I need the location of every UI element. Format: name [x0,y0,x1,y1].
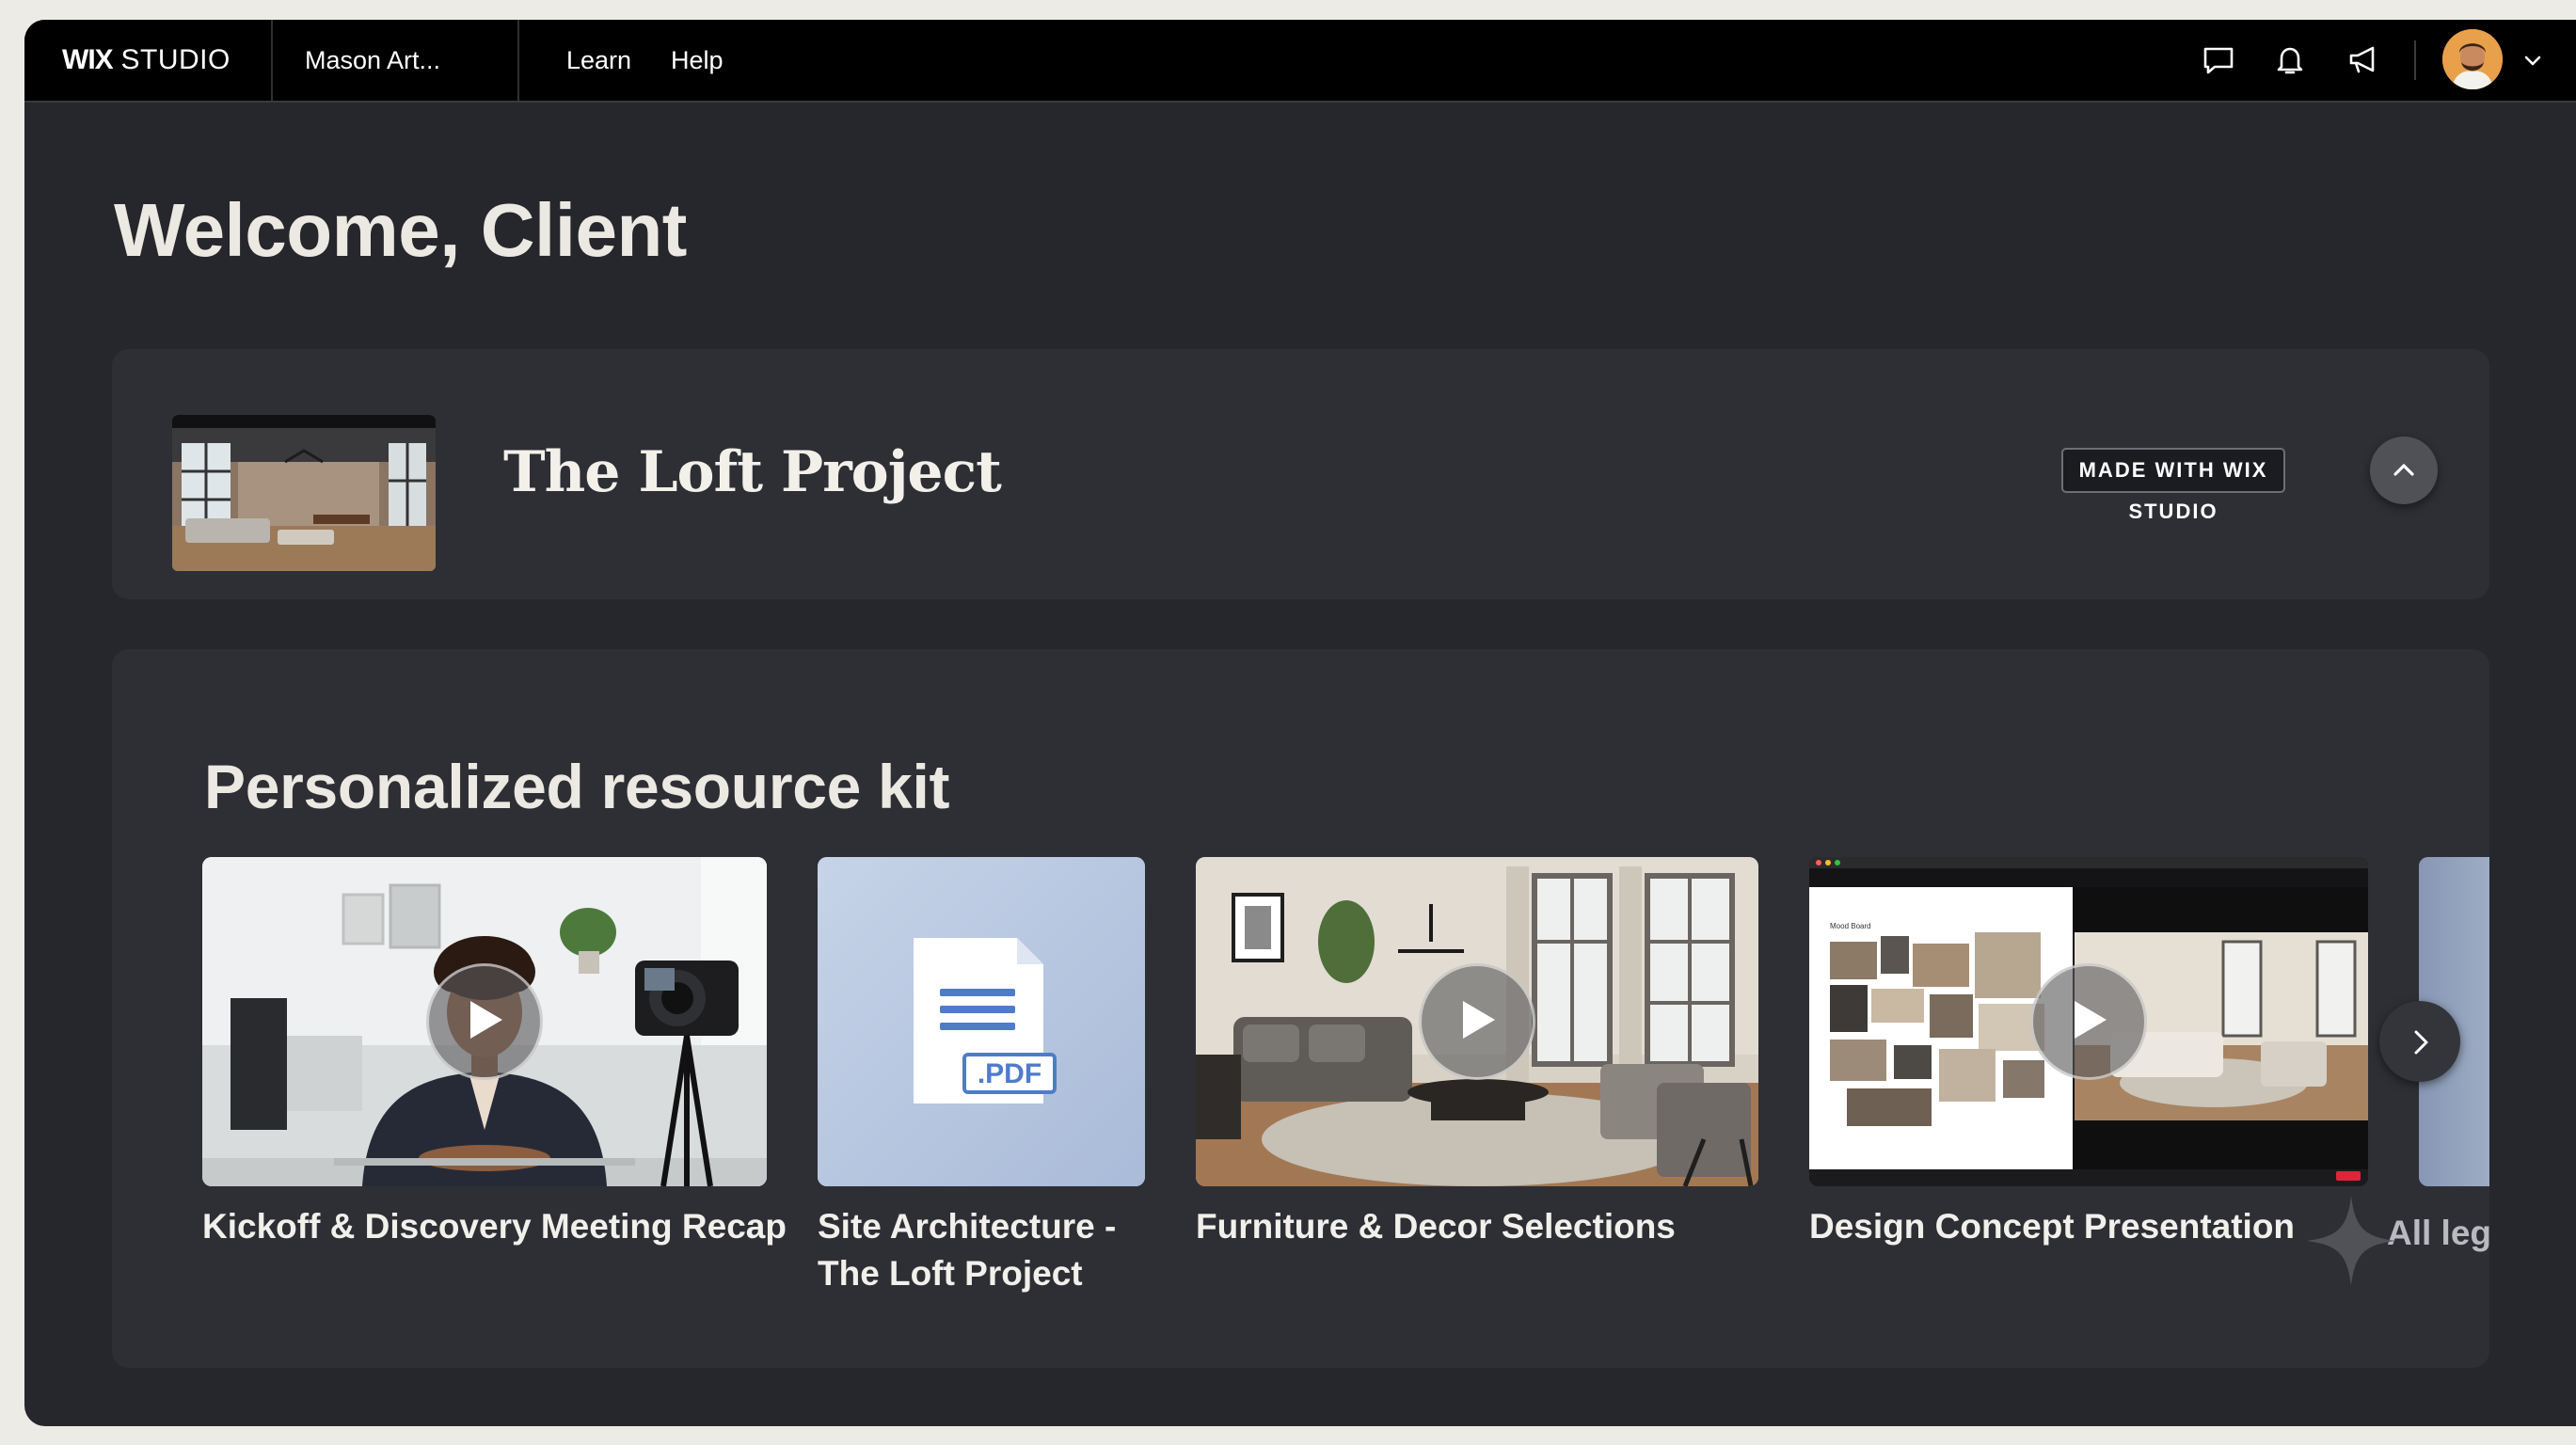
svg-text:Mood Board: Mood Board [1830,922,1871,930]
resource-label: Design Concept Presentation [1809,1207,2296,1246]
divider [271,20,273,101]
resource-item-kickoff[interactable]: Kickoff & Discovery Meeting Recap [202,857,787,1250]
play-button[interactable] [1419,963,1535,1080]
chevron-up-icon [2393,464,2414,476]
carousel-next-button[interactable] [2379,1001,2460,1082]
resource-item-furniture[interactable]: Furniture & Decor Selections [1196,857,1758,1250]
svg-text:.PDF: .PDF [978,1058,1042,1089]
project-card: The Loft Project MADE WITH WIX STUDIO [112,349,2489,599]
play-icon [2075,1001,2107,1039]
app-window: WIX STUDIO Mason Art... Learn Help Welco… [24,20,2576,1426]
collapse-button[interactable] [2370,437,2438,504]
divider [2414,40,2416,80]
resource-label: Site Architecture - The Loft Project [818,1207,1117,1293]
divider [517,20,519,101]
sparkle-icon [2306,1196,2396,1286]
resource-label: Furniture & Decor Selections [1196,1207,1676,1246]
play-button[interactable] [2030,963,2147,1080]
video-thumbnail[interactable] [202,857,767,1186]
wix-studio-logo[interactable]: WIX STUDIO [62,20,231,101]
nav-help[interactable]: Help [671,20,724,101]
nav-learn[interactable]: Learn [566,20,631,101]
chevron-down-icon[interactable] [2518,45,2548,75]
video-thumbnail[interactable] [1196,857,1758,1186]
megaphone-icon[interactable] [2345,41,2382,79]
project-thumbnail[interactable] [172,415,436,571]
play-button[interactable] [426,963,543,1080]
resource-label-partial: All leg [2387,1214,2489,1252]
chat-icon[interactable] [2200,41,2237,79]
resource-item-site-architecture[interactable]: .PDF Site Architecture - The Loft Projec… [818,857,1145,1297]
pdf-thumbnail[interactable]: .PDF [818,857,1145,1186]
top-bar: WIX STUDIO Mason Art... Learn Help [24,20,2576,103]
resource-kit-panel: Personalized resource kit Kickoff & Disc… [112,649,2489,1368]
pdf-icon: .PDF [818,857,1145,1186]
user-avatar[interactable] [2442,29,2503,89]
play-icon [1463,1001,1495,1039]
resource-item-design-concept[interactable]: Mood Board Design Concept Presentation [1809,857,2368,1250]
play-icon [470,1001,502,1039]
made-with-wix-badge[interactable]: MADE WITH WIX STUDIO [2061,448,2285,523]
video-thumbnail[interactable]: Mood Board [1809,857,2368,1186]
page-title: Welcome, Client [114,188,687,272]
chevron-right-icon [2414,1030,2428,1055]
resource-label: Kickoff & Discovery Meeting Recap [202,1207,787,1246]
bell-icon[interactable] [2271,41,2309,79]
resource-kit-title: Personalized resource kit [204,752,950,821]
site-selector[interactable]: Mason Art... [305,20,440,101]
project-title: The Loft Project [503,439,1002,505]
